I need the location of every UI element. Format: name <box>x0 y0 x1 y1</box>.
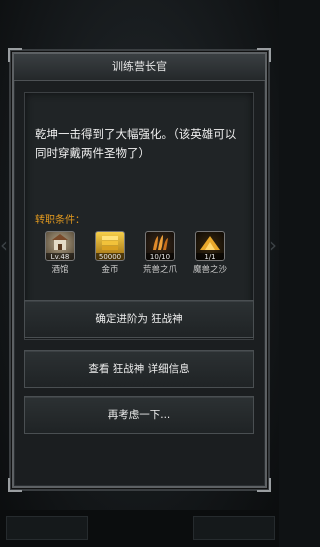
gold-coin-icon: 50000 <box>95 231 125 261</box>
requirement-name: 荒兽之爪 <box>142 265 177 275</box>
beast-claw-icon: 10/10 <box>145 231 175 261</box>
confirm-advance-button[interactable]: 确定进阶为 狂战神 <box>24 300 254 338</box>
requirement-name: 酒馆 <box>51 265 69 275</box>
tavern-icon-graphic <box>52 234 68 250</box>
tavern-icon: Lv.48 <box>45 231 75 261</box>
game-screen: ‹ › 训练营长官 乾坤一击得到了大幅强化。（该英雄可以同时穿戴两件圣物了） 转… <box>0 0 279 547</box>
requirement-name: 魔兽之沙 <box>192 265 227 275</box>
cancel-button[interactable]: 再考虑一下... <box>24 396 254 434</box>
background-right-arrow-icon: › <box>269 233 277 257</box>
beast-claw-icon-graphic <box>153 235 168 250</box>
requirement-item-demon-sand[interactable]: 1/1 魔兽之沙 <box>193 231 227 275</box>
requirement-count: 1/1 <box>196 253 224 260</box>
background-left-arrow-icon: ‹ <box>0 233 8 257</box>
view-details-button[interactable]: 查看 狂战神 详细信息 <box>24 350 254 388</box>
background-button-left <box>6 516 88 540</box>
frame-corner <box>257 478 271 492</box>
requirement-item-tavern[interactable]: Lv.48 酒馆 <box>45 231 77 275</box>
requirement-count: Lv.48 <box>46 253 74 260</box>
frame-corner <box>8 478 22 492</box>
gold-coin-icon-graphic <box>102 236 118 250</box>
requirement-count: 10/10 <box>146 253 174 260</box>
requirements-label: 转职条件： <box>35 215 85 226</box>
requirement-item-beast-claw[interactable]: 10/10 荒兽之爪 <box>143 231 177 275</box>
job-advance-dialog: 训练营长官 乾坤一击得到了大幅强化。（该英雄可以同时穿戴两件圣物了） 转职条件：… <box>8 48 271 492</box>
requirement-item-gold[interactable]: 50000 金币 <box>95 231 127 275</box>
advance-message: 乾坤一击得到了大幅强化。（该英雄可以同时穿戴两件圣物了） <box>35 127 237 160</box>
requirement-count: 50000 <box>96 253 124 260</box>
dialog-title: 训练营长官 <box>14 54 265 81</box>
demon-sand-icon: 1/1 <box>195 231 225 261</box>
demon-sand-icon-graphic <box>200 236 220 250</box>
background-button-right <box>193 516 275 540</box>
requirement-name: 金币 <box>101 265 119 275</box>
